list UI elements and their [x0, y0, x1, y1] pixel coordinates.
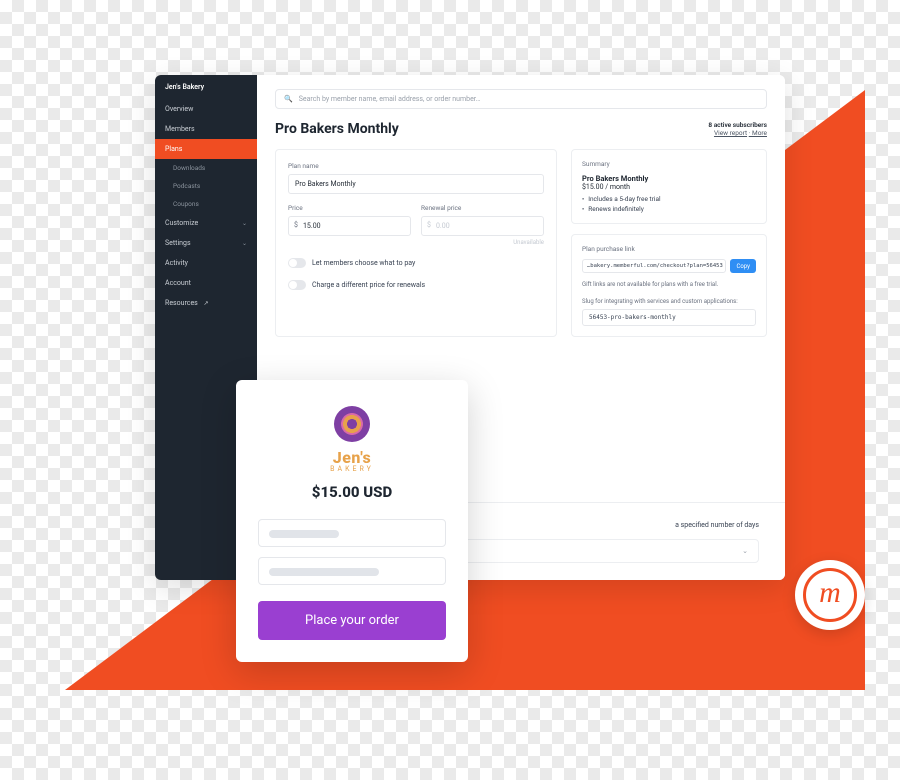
search-icon: 🔍: [284, 95, 293, 103]
badge-ring: m: [803, 568, 857, 622]
memberful-m-icon: m: [819, 576, 841, 610]
gift-link-note: Gift links are not available for plans w…: [582, 281, 756, 288]
brand-logo: [334, 406, 370, 442]
sidebar-item-label: Settings: [165, 239, 191, 247]
view-report-link[interactable]: View report: [714, 129, 747, 137]
summary-plan-name: Pro Bakers Monthly: [582, 174, 756, 183]
sidebar-sub-downloads[interactable]: Downloads: [155, 159, 257, 177]
donut-icon: [341, 413, 363, 435]
purchase-link-label: Plan purchase link: [582, 245, 756, 253]
purchase-link-value[interactable]: …bakery.memberful.com/checkout?plan=5645…: [582, 259, 726, 273]
sidebar-item-resources[interactable]: Resources ↗: [155, 293, 257, 313]
chevron-down-icon: ⌄: [742, 547, 748, 555]
plan-form-card: Plan name Price $ Renewal price: [275, 149, 557, 337]
summary-heading: Summary: [582, 160, 756, 168]
checkout-input-2[interactable]: [258, 557, 446, 585]
plan-name-input[interactable]: [288, 174, 544, 194]
sidebar-item-overview[interactable]: Overview: [155, 99, 257, 119]
memberful-badge: m: [795, 560, 865, 630]
toggle-renewal-price-label: Charge a different price for renewals: [312, 281, 425, 289]
header-meta: 8 active subscribers View report · More: [708, 121, 767, 137]
external-link-icon: ↗: [204, 300, 209, 307]
toggle-choose-price-label: Let members choose what to pay: [312, 259, 415, 267]
place-order-button[interactable]: Place your order: [258, 601, 446, 640]
renewal-price-label: Renewal price: [421, 204, 544, 212]
toggle-choose-price[interactable]: [288, 258, 306, 268]
currency-symbol: $: [427, 221, 431, 229]
summary-bullet: Includes a 5-day free trial: [582, 195, 756, 203]
sidebar-item-label: Customize: [165, 219, 198, 227]
sidebar-sub-podcasts[interactable]: Podcasts: [155, 177, 257, 195]
sidebar-item-label: Resources: [165, 299, 198, 307]
checkout-card: Jen's BAKERY $15.00 USD Place your order: [236, 380, 468, 662]
chevron-down-icon: ⌄: [242, 240, 247, 247]
checkout-amount: $15.00 USD: [258, 483, 446, 501]
workspace-title: Jen's Bakery: [155, 75, 257, 99]
slug-label: Slug for integrating with services and c…: [582, 298, 756, 305]
copy-button[interactable]: Copy: [730, 259, 756, 273]
search-placeholder: Search by member name, email address, or…: [299, 95, 481, 103]
renewal-price-input: [421, 216, 544, 236]
currency-symbol: $: [294, 221, 298, 229]
summary-price: $15.00 / month: [582, 183, 756, 191]
unavailable-hint: Unavailable: [421, 239, 544, 246]
price-input[interactable]: [288, 216, 411, 236]
sidebar-item-plans[interactable]: Plans: [155, 139, 257, 159]
chevron-down-icon: ⌄: [242, 220, 247, 227]
sidebar-item-customize[interactable]: Customize ⌄: [155, 213, 257, 233]
subscriber-count: 8 active subscribers: [708, 121, 767, 129]
sidebar-sub-coupons[interactable]: Coupons: [155, 195, 257, 213]
sidebar-item-activity[interactable]: Activity: [155, 253, 257, 273]
sidebar-item-members[interactable]: Members: [155, 119, 257, 139]
price-label: Price: [288, 204, 411, 212]
page-title: Pro Bakers Monthly: [275, 121, 399, 137]
summary-bullet: Renews indefinitely: [582, 205, 756, 213]
slug-value[interactable]: 56453-pro-bakers-monthly: [582, 309, 756, 326]
summary-card: Summary Pro Bakers Monthly $15.00 / mont…: [571, 149, 767, 224]
more-link[interactable]: More: [752, 129, 767, 137]
plan-name-label: Plan name: [288, 162, 544, 170]
peek-text: a specified number of days: [675, 521, 759, 529]
sidebar-item-settings[interactable]: Settings ⌄: [155, 233, 257, 253]
sidebar-item-account[interactable]: Account: [155, 273, 257, 293]
search-input[interactable]: 🔍 Search by member name, email address, …: [275, 89, 767, 109]
checkout-input-1[interactable]: [258, 519, 446, 547]
brand-subtitle: BAKERY: [258, 465, 446, 473]
toggle-renewal-price[interactable]: [288, 280, 306, 290]
purchase-link-card: Plan purchase link …bakery.memberful.com…: [571, 234, 767, 337]
